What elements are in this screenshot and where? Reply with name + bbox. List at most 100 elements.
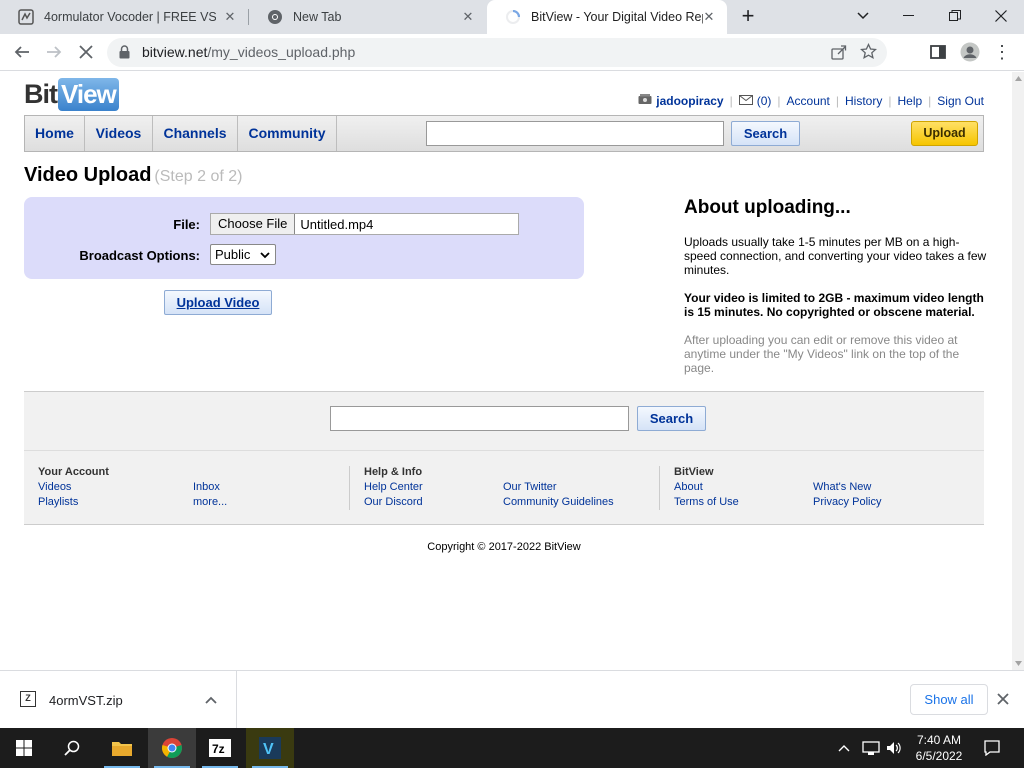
svg-text:V: V [263,741,274,758]
windows-start-icon[interactable] [0,728,48,768]
share-icon[interactable] [831,44,847,65]
upload-video-button[interactable]: Upload Video [164,290,272,315]
upload-button[interactable]: Upload [911,121,978,146]
footer-link-twitter[interactable]: Our Twitter [503,481,557,493]
bookmark-star-icon[interactable] [859,42,878,65]
scroll-up-arrow-icon[interactable] [1015,76,1022,81]
zip-file-icon: Z [20,691,36,707]
show-hidden-icons-chevron-icon[interactable] [838,728,850,768]
scroll-down-arrow-icon[interactable] [1015,661,1022,666]
nav-community[interactable]: Community [238,116,337,151]
about-paragraph-editing: After uploading you can edit or remove t… [684,333,960,375]
tab-new-tab[interactable]: New Tab ✕ [249,0,486,34]
footer-link-videos[interactable]: Videos [38,481,71,493]
sign-out-link[interactable]: Sign Out [937,94,984,108]
about-title: About uploading... [684,197,851,218]
separator: | [729,93,733,108]
7zip-icon[interactable]: 7z [196,728,244,768]
footer-col-title-account: Your Account [38,466,109,478]
download-file-name: 4ormVST.zip [49,693,123,708]
user-camera-icon [638,93,652,108]
copyright-text: Copyright © 2017-2022 BitView [427,541,581,553]
footer-link-more[interactable]: more... [193,496,227,508]
url-path: /my_videos_upload.php [207,44,356,60]
logo-text-bit: Bit [24,78,58,109]
inbox-mail-icon[interactable] [738,94,753,108]
inbox-count[interactable]: (0) [757,94,772,108]
account-link[interactable]: Account [787,94,830,108]
svg-text:7z: 7z [212,742,225,756]
footer-link-discord[interactable]: Our Discord [364,496,423,508]
tab-bitview[interactable]: BitView - Your Digital Video Repo ✕ [487,0,727,34]
tab-title: BitView - Your Digital Video Repo [531,10,703,24]
footer-link-terms[interactable]: Terms of Use [674,496,739,508]
footer-link-community-guidelines[interactable]: Community Guidelines [503,496,614,508]
broadcast-selected-value: Public [215,247,251,262]
chrome-taskbar-icon[interactable] [148,728,196,768]
footer-link-help-center[interactable]: Help Center [364,481,423,493]
main-navigation: Home Videos Channels Community Search Up… [24,115,984,152]
choose-file-button[interactable]: Choose File [211,214,296,234]
network-icon[interactable] [862,728,880,768]
header-search-input[interactable] [426,121,724,146]
separator: | [835,93,840,108]
history-link[interactable]: History [845,94,882,108]
broadcast-options-label: Broadcast Options: [79,248,200,263]
close-tab-icon[interactable]: ✕ [701,9,717,25]
web-page: Bit View jadoopiracy | (0) | Account | Hi… [0,72,1012,670]
address-bar[interactable]: bitview.net/my_videos_upload.php [107,38,887,67]
restore-icon[interactable] [932,0,978,32]
step-indicator: (Step 2 of 2) [154,168,243,185]
forward-arrow-icon[interactable] [40,38,68,66]
sidebar-panel-icon[interactable] [924,38,952,66]
help-link[interactable]: Help [897,94,922,108]
about-paragraph-limits: Your video is limited to 2GB - maximum v… [684,291,984,319]
nav-channels[interactable]: Channels [153,116,238,151]
close-download-shelf-icon[interactable] [997,689,1009,710]
footer-link-inbox[interactable]: Inbox [193,481,220,493]
tab-4ormulator[interactable]: 4ormulator Vocoder | FREE VST P ✕ [0,0,248,34]
footer-column-separator [659,466,660,510]
clock-date: 6/5/2022 [915,749,963,763]
footer-search-button[interactable]: Search [637,406,706,431]
about-uploading-panel: About uploading... Uploads usually take … [684,197,988,389]
lock-icon [119,45,130,64]
close-tab-icon[interactable]: ✕ [222,9,238,25]
show-all-downloads-button[interactable]: Show all [910,684,988,715]
footer-divider [24,450,984,451]
profile-avatar-icon[interactable] [956,38,984,66]
header-search-button[interactable]: Search [731,121,800,146]
close-window-icon[interactable] [978,0,1024,32]
volume-icon[interactable] [886,728,902,768]
footer-column-separator [349,466,350,510]
separator: | [888,93,892,108]
vocoder-app-icon[interactable]: V [246,728,294,768]
footer-link-about[interactable]: About [674,481,703,493]
chevron-up-icon[interactable] [205,691,217,707]
file-explorer-icon[interactable] [98,728,146,768]
notifications-icon[interactable] [984,728,1000,768]
browser-menu-icon[interactable]: ⋮ [988,38,1016,66]
file-input[interactable]: Choose File Untitled.mp4 [210,213,519,235]
minimize-icon[interactable] [886,0,932,32]
new-tab-icon[interactable]: + [730,0,766,32]
footer-link-privacy[interactable]: Privacy Policy [813,496,881,508]
stop-loading-icon[interactable] [72,38,100,66]
username-link[interactable]: jadoopiracy [656,94,723,108]
broadcast-options-select[interactable]: Public [210,244,276,265]
bitview-logo[interactable]: Bit View [24,77,119,111]
footer-link-whats-new[interactable]: What's New [813,481,871,493]
footer-link-playlists[interactable]: Playlists [38,496,78,508]
search-icon[interactable] [48,728,96,768]
footer-search-input[interactable] [330,406,629,431]
nav-videos[interactable]: Videos [85,116,153,151]
file-label: File: [173,217,200,232]
page-scrollbar[interactable] [1012,72,1024,670]
tab-search-chevron-icon[interactable] [840,0,886,32]
nav-home[interactable]: Home [25,116,85,151]
back-arrow-icon[interactable] [8,38,36,66]
about-paragraph-speed: Uploads usually take 1-5 minutes per MB … [684,235,987,277]
download-item[interactable]: Z 4ormVST.zip [0,671,237,728]
system-clock[interactable]: 7:40 AM 6/5/2022 [905,732,973,764]
close-tab-icon[interactable]: ✕ [460,9,476,25]
